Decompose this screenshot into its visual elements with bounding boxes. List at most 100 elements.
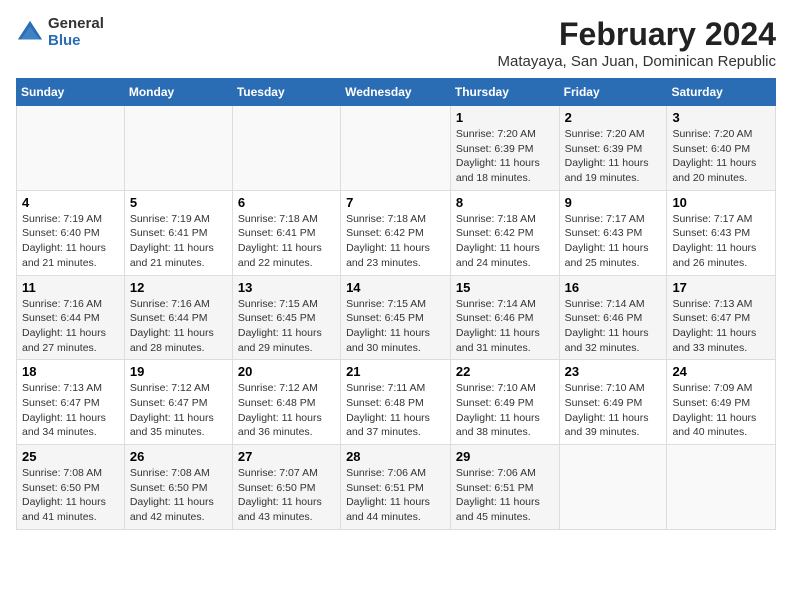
header-day: Monday bbox=[124, 79, 232, 106]
day-number: 8 bbox=[456, 195, 554, 210]
day-info: Sunrise: 7:10 AMSunset: 6:49 PMDaylight:… bbox=[565, 381, 662, 440]
day-number: 3 bbox=[672, 110, 770, 125]
day-info: Sunrise: 7:17 AMSunset: 6:43 PMDaylight:… bbox=[565, 212, 662, 271]
calendar-body: 1Sunrise: 7:20 AMSunset: 6:39 PMDaylight… bbox=[17, 106, 776, 530]
calendar-cell: 19Sunrise: 7:12 AMSunset: 6:47 PMDayligh… bbox=[124, 360, 232, 445]
day-number: 22 bbox=[456, 364, 554, 379]
calendar-cell: 28 Sunrise: 7:06 AMSunset: 6:51 PMDayligh… bbox=[341, 445, 451, 530]
calendar-cell: 9Sunrise: 7:17 AMSunset: 6:43 PMDaylight… bbox=[559, 190, 667, 275]
day-info: Sunrise: 7:17 AMSunset: 6:43 PMDaylight:… bbox=[672, 212, 770, 271]
calendar-cell: 7 Sunrise: 7:18 AMSunset: 6:42 PMDaylight… bbox=[341, 190, 451, 275]
calendar-cell: 20 Sunrise: 7:12 AMSunset: 6:48 PMDayligh… bbox=[232, 360, 340, 445]
calendar-cell: 4 Sunrise: 7:19 AMSunset: 6:40 PMDaylight… bbox=[17, 190, 125, 275]
title-area: February 2024 Matayaya, San Juan, Domini… bbox=[498, 16, 776, 70]
day-info: Sunrise: 7:20 AMSunset: 6:39 PMDaylight:… bbox=[565, 127, 662, 186]
day-number: 5 bbox=[130, 195, 227, 210]
day-info: Sunrise: 7:19 AMSunset: 6:41 PMDaylight:… bbox=[130, 212, 227, 271]
day-info: Sunrise: 7:10 AMSunset: 6:49 PMDaylight:… bbox=[456, 381, 554, 440]
day-number: 16 bbox=[565, 280, 662, 295]
calendar-cell: 24 Sunrise: 7:09 AMSunset: 6:49 PMDayligh… bbox=[667, 360, 776, 445]
day-number: 6 bbox=[238, 195, 335, 210]
logo-text: General Blue bbox=[48, 16, 104, 49]
day-number: 23 bbox=[565, 364, 662, 379]
day-number: 18 bbox=[22, 364, 119, 379]
day-number: 11 bbox=[22, 280, 119, 295]
calendar-cell: 18 Sunrise: 7:13 AMSunset: 6:47 PMDayligh… bbox=[17, 360, 125, 445]
day-number: 7 bbox=[346, 195, 445, 210]
calendar-cell: 6 Sunrise: 7:18 AMSunset: 6:41 PMDaylight… bbox=[232, 190, 340, 275]
calendar-cell: 23 Sunrise: 7:10 AMSunset: 6:49 PMDayligh… bbox=[559, 360, 667, 445]
calendar-week-row: 18 Sunrise: 7:13 AMSunset: 6:47 PMDayligh… bbox=[17, 360, 776, 445]
header-day: Sunday bbox=[17, 79, 125, 106]
calendar-cell: 29Sunrise: 7:06 AMSunset: 6:51 PMDayligh… bbox=[450, 445, 559, 530]
day-info: Sunrise: 7:18 AMSunset: 6:41 PMDaylight:… bbox=[238, 212, 335, 271]
day-info: Sunrise: 7:11 AMSunset: 6:48 PMDaylight:… bbox=[346, 381, 445, 440]
day-info: Sunrise: 7:16 AMSunset: 6:44 PMDaylight:… bbox=[22, 297, 119, 356]
calendar-cell: 16 Sunrise: 7:14 AMSunset: 6:46 PMDayligh… bbox=[559, 275, 667, 360]
day-info: Sunrise: 7:07 AMSunset: 6:50 PMDaylight:… bbox=[238, 466, 335, 525]
day-number: 25 bbox=[22, 449, 119, 464]
day-number: 13 bbox=[238, 280, 335, 295]
calendar-cell: 21 Sunrise: 7:11 AMSunset: 6:48 PMDayligh… bbox=[341, 360, 451, 445]
day-info: Sunrise: 7:18 AMSunset: 6:42 PMDaylight:… bbox=[346, 212, 445, 271]
logo-general: General bbox=[48, 16, 104, 33]
day-info: Sunrise: 7:06 AMSunset: 6:51 PMDaylight:… bbox=[346, 466, 445, 525]
calendar-week-row: 11 Sunrise: 7:16 AMSunset: 6:44 PMDayligh… bbox=[17, 275, 776, 360]
calendar-cell: 27 Sunrise: 7:07 AMSunset: 6:50 PMDayligh… bbox=[232, 445, 340, 530]
day-info: Sunrise: 7:14 AMSunset: 6:46 PMDaylight:… bbox=[456, 297, 554, 356]
header-day: Friday bbox=[559, 79, 667, 106]
calendar-cell: 12Sunrise: 7:16 AMSunset: 6:44 PMDayligh… bbox=[124, 275, 232, 360]
main-title: February 2024 bbox=[498, 16, 776, 53]
day-number: 17 bbox=[672, 280, 770, 295]
header-day: Saturday bbox=[667, 79, 776, 106]
logo-icon bbox=[16, 19, 44, 47]
calendar-cell bbox=[124, 106, 232, 191]
logo: General Blue bbox=[16, 16, 104, 49]
calendar-cell bbox=[232, 106, 340, 191]
calendar-cell: 17 Sunrise: 7:13 AMSunset: 6:47 PMDayligh… bbox=[667, 275, 776, 360]
calendar-table: SundayMondayTuesdayWednesdayThursdayFrid… bbox=[16, 78, 776, 530]
calendar-cell: 1Sunrise: 7:20 AMSunset: 6:39 PMDaylight… bbox=[450, 106, 559, 191]
day-info: Sunrise: 7:13 AMSunset: 6:47 PMDaylight:… bbox=[672, 297, 770, 356]
calendar-cell: 13Sunrise: 7:15 AMSunset: 6:45 PMDayligh… bbox=[232, 275, 340, 360]
calendar-header: SundayMondayTuesdayWednesdayThursdayFrid… bbox=[17, 79, 776, 106]
calendar-cell: 5 Sunrise: 7:19 AMSunset: 6:41 PMDaylight… bbox=[124, 190, 232, 275]
calendar-cell: 11 Sunrise: 7:16 AMSunset: 6:44 PMDayligh… bbox=[17, 275, 125, 360]
header-day: Tuesday bbox=[232, 79, 340, 106]
day-number: 15 bbox=[456, 280, 554, 295]
day-info: Sunrise: 7:09 AMSunset: 6:49 PMDaylight:… bbox=[672, 381, 770, 440]
calendar-cell: 25 Sunrise: 7:08 AMSunset: 6:50 PMDayligh… bbox=[17, 445, 125, 530]
calendar-cell bbox=[667, 445, 776, 530]
day-info: Sunrise: 7:13 AMSunset: 6:47 PMDaylight:… bbox=[22, 381, 119, 440]
day-info: Sunrise: 7:20 AMSunset: 6:39 PMDaylight:… bbox=[456, 127, 554, 186]
day-info: Sunrise: 7:16 AMSunset: 6:44 PMDaylight:… bbox=[130, 297, 227, 356]
day-number: 10 bbox=[672, 195, 770, 210]
calendar-cell: 10 Sunrise: 7:17 AMSunset: 6:43 PMDayligh… bbox=[667, 190, 776, 275]
calendar-cell bbox=[341, 106, 451, 191]
calendar-cell: 26Sunrise: 7:08 AMSunset: 6:50 PMDayligh… bbox=[124, 445, 232, 530]
calendar-cell: 3Sunrise: 7:20 AMSunset: 6:40 PMDaylight… bbox=[667, 106, 776, 191]
day-number: 24 bbox=[672, 364, 770, 379]
calendar-cell bbox=[559, 445, 667, 530]
logo-blue: Blue bbox=[48, 33, 104, 50]
day-number: 29 bbox=[456, 449, 554, 464]
day-info: Sunrise: 7:18 AMSunset: 6:42 PMDaylight:… bbox=[456, 212, 554, 271]
calendar-cell: 22 Sunrise: 7:10 AMSunset: 6:49 PMDayligh… bbox=[450, 360, 559, 445]
subtitle: Matayaya, San Juan, Dominican Republic bbox=[498, 53, 776, 70]
day-number: 4 bbox=[22, 195, 119, 210]
day-info: Sunrise: 7:08 AMSunset: 6:50 PMDaylight:… bbox=[22, 466, 119, 525]
calendar-cell: 14Sunrise: 7:15 AMSunset: 6:45 PMDayligh… bbox=[341, 275, 451, 360]
header-row: SundayMondayTuesdayWednesdayThursdayFrid… bbox=[17, 79, 776, 106]
day-info: Sunrise: 7:15 AMSunset: 6:45 PMDaylight:… bbox=[346, 297, 445, 356]
day-number: 27 bbox=[238, 449, 335, 464]
day-number: 21 bbox=[346, 364, 445, 379]
day-number: 28 bbox=[346, 449, 445, 464]
day-info: Sunrise: 7:14 AMSunset: 6:46 PMDaylight:… bbox=[565, 297, 662, 356]
day-number: 2 bbox=[565, 110, 662, 125]
calendar-week-row: 1Sunrise: 7:20 AMSunset: 6:39 PMDaylight… bbox=[17, 106, 776, 191]
day-number: 19 bbox=[130, 364, 227, 379]
day-info: Sunrise: 7:19 AMSunset: 6:40 PMDaylight:… bbox=[22, 212, 119, 271]
day-number: 20 bbox=[238, 364, 335, 379]
day-info: Sunrise: 7:12 AMSunset: 6:48 PMDaylight:… bbox=[238, 381, 335, 440]
calendar-cell: 2 Sunrise: 7:20 AMSunset: 6:39 PMDaylight… bbox=[559, 106, 667, 191]
